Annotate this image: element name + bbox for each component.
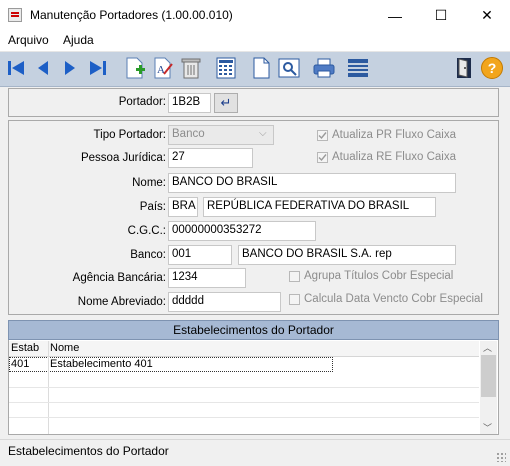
calculator-icon[interactable]	[214, 56, 238, 80]
pais-code-input[interactable]: BRA	[168, 197, 198, 217]
agencia-input[interactable]: 1234	[168, 268, 246, 288]
menu-arquivo[interactable]: Arquivo	[8, 33, 49, 47]
atualiza-re-label: Atualiza RE Fluxo Caixa	[332, 151, 456, 163]
pais-label: País:	[139, 201, 166, 213]
agrupa-titulos-label: Agrupa Títulos Cobr Especial	[304, 270, 454, 282]
row-divider	[9, 402, 479, 403]
scroll-down-icon[interactable]: ﹀	[483, 421, 492, 434]
help-icon[interactable]: ?	[481, 57, 503, 79]
enter-icon: ↵	[220, 95, 232, 110]
previous-record-icon[interactable]	[31, 56, 55, 80]
atualiza-pr-label: Atualiza PR Fluxo Caixa	[332, 129, 456, 141]
banco-name-field: BANCO DO BRASIL S.A. rep	[238, 245, 456, 265]
delete-icon[interactable]	[179, 56, 203, 80]
chevron-down-icon: ⌵	[259, 128, 267, 139]
close-button[interactable]: ✕	[464, 0, 510, 31]
cgc-label: C.G.C.:	[127, 225, 166, 237]
app-icon	[8, 8, 22, 22]
row-divider	[9, 417, 479, 418]
document-icon[interactable]	[249, 56, 273, 80]
check-icon	[318, 154, 327, 162]
scroll-up-icon[interactable]: ︿	[483, 341, 492, 354]
row-divider	[9, 387, 479, 388]
nome-input[interactable]: BANCO DO BRASIL	[168, 173, 456, 193]
check-icon	[318, 132, 327, 140]
portador-go-button[interactable]: ↵	[214, 93, 238, 113]
banco-code-input[interactable]: 001	[168, 245, 232, 265]
atualiza-pr-checkbox[interactable]	[317, 130, 328, 141]
tipo-portador-label: Tipo Portador:	[93, 129, 166, 141]
resize-grip-icon[interactable]	[496, 452, 506, 462]
cgc-input[interactable]: 00000000353272	[168, 221, 316, 241]
scrollbar-thumb[interactable]	[481, 355, 496, 397]
preview-icon[interactable]	[277, 56, 301, 80]
status-text: Estabelecimentos do Portador	[8, 444, 169, 458]
next-record-icon[interactable]	[58, 56, 82, 80]
estab-grid-header-row	[9, 341, 479, 357]
edit-record-icon[interactable]: A	[151, 56, 175, 80]
nome-abreviado-label: Nome Abreviado:	[77, 296, 166, 308]
column-header-estab[interactable]: Estab	[11, 342, 39, 354]
pessoa-juridica-label: Pessoa Jurídica:	[80, 152, 166, 164]
nome-abreviado-input[interactable]: ddddd	[168, 292, 281, 312]
print-icon[interactable]	[312, 56, 336, 80]
exit-icon[interactable]	[452, 56, 476, 80]
nome-cell: Estabelecimento 401	[50, 358, 153, 370]
first-record-icon[interactable]	[4, 56, 28, 80]
svg-text:A: A	[157, 64, 165, 76]
agrupa-titulos-checkbox[interactable]	[289, 271, 300, 282]
calcula-data-checkbox[interactable]	[289, 294, 300, 305]
last-record-icon[interactable]	[86, 56, 110, 80]
calcula-data-label: Calcula Data Vencto Cobr Especial	[304, 293, 483, 305]
atualiza-re-checkbox[interactable]	[317, 152, 328, 163]
minimize-button[interactable]: —	[372, 0, 418, 31]
portador-input[interactable]: 1B2B	[168, 93, 211, 113]
banco-label: Banco:	[130, 249, 166, 261]
pessoa-juridica-input[interactable]: 27	[168, 148, 253, 168]
estab-grid-title: Estabelecimentos do Portador	[8, 320, 499, 340]
portador-label: Portador:	[118, 96, 166, 108]
estab-cell: 401	[11, 358, 30, 370]
maximize-button[interactable]: ☐	[418, 0, 464, 31]
pais-name-field: REPÚBLICA FEDERATIVA DO BRASIL	[203, 197, 436, 217]
new-record-icon[interactable]	[123, 56, 147, 80]
window-title: Manutenção Portadores (1.00.00.010)	[30, 8, 233, 22]
list-icon[interactable]	[346, 56, 370, 80]
portador-details-group	[8, 120, 499, 315]
agencia-label: Agência Bancária:	[72, 272, 166, 284]
menu-ajuda[interactable]: Ajuda	[63, 33, 94, 47]
nome-label: Nome:	[132, 177, 166, 189]
column-header-nome[interactable]: Nome	[50, 342, 79, 354]
